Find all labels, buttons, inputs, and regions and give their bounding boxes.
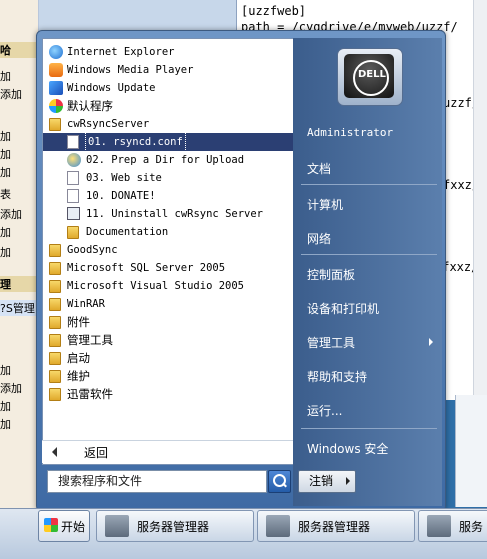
folder-icon	[67, 226, 79, 239]
ie-icon	[49, 45, 63, 59]
left-pane-item: 加	[0, 364, 11, 377]
program-folder[interactable]: 启动	[43, 349, 294, 367]
shutdown-options-button[interactable]	[342, 470, 356, 493]
program-item[interactable]: 11. Uninstall cwRsync Server	[43, 205, 294, 223]
folder-icon	[49, 244, 61, 257]
program-item[interactable]: 02. Prep a Dir for Upload	[43, 151, 294, 169]
back-button[interactable]: 返回	[42, 440, 293, 463]
user-picture-logo: DELL	[337, 48, 403, 106]
file-icon	[67, 189, 79, 203]
folder-icon	[49, 370, 61, 383]
logout-button[interactable]: 注销	[298, 470, 344, 493]
folder-icon	[49, 262, 61, 275]
separator	[301, 254, 437, 255]
server-manager-icon	[105, 515, 129, 537]
separator	[301, 184, 437, 185]
file-icon	[67, 171, 79, 185]
default-programs-icon	[49, 99, 63, 113]
program-item[interactable]: 03. Web site	[43, 169, 294, 187]
logo-text: DELL	[358, 69, 386, 80]
folder-icon	[49, 316, 61, 329]
search-placeholder: 搜索程序和文件	[58, 474, 143, 488]
left-pane-item: 表	[0, 188, 11, 201]
program-item[interactable]: Internet Explorer	[43, 43, 294, 61]
background-window-right	[455, 395, 487, 507]
program-item-rsyncd-conf[interactable]: 01. rsyncd.conf	[43, 132, 294, 152]
folder-icon	[49, 352, 61, 365]
left-pane-item: 加	[0, 166, 11, 179]
logo-badge: DELL	[344, 54, 394, 98]
program-folder[interactable]: GoodSync	[43, 241, 294, 259]
start-button[interactable]: 开始	[38, 510, 90, 542]
left-pane-item: 加	[0, 418, 11, 431]
start-label: 开始	[61, 520, 86, 534]
folder-icon	[49, 118, 61, 131]
folder-icon	[49, 388, 61, 401]
program-folder[interactable]: WinRAR	[43, 295, 294, 313]
program-folder[interactable]: Microsoft SQL Server 2005	[43, 259, 294, 277]
left-pane-item: 加	[0, 226, 11, 239]
windows-update-icon	[49, 81, 63, 95]
prep-icon	[67, 153, 81, 167]
program-item[interactable]: 默认程序	[43, 97, 294, 115]
left-pane-item: 理	[0, 276, 38, 292]
left-pane-item: 加	[0, 246, 11, 259]
left-pane-item: ?S管理	[0, 300, 38, 316]
editor-scrollbar[interactable]	[473, 0, 487, 400]
search-input[interactable]: 搜索程序和文件	[47, 470, 267, 493]
back-label: 返回	[84, 446, 109, 460]
left-pane-item: 哈	[0, 42, 38, 58]
editor-line: [uzzfweb]	[241, 4, 307, 18]
left-pane-item: 加	[0, 148, 11, 161]
separator	[301, 428, 437, 429]
chevron-right-icon	[429, 338, 433, 346]
program-folder[interactable]: 附件	[43, 313, 294, 331]
program-item[interactable]: Windows Update	[43, 79, 294, 97]
folder-icon	[49, 280, 61, 293]
left-pane-item: 加	[0, 400, 11, 413]
server-manager-icon	[427, 515, 451, 537]
taskbar-button-server-manager[interactable]: 服务	[418, 510, 487, 542]
taskbar-button-server-manager[interactable]: 服务器管理器	[96, 510, 254, 542]
file-icon	[67, 135, 79, 149]
chevron-right-icon	[346, 477, 350, 485]
back-arrow-icon	[52, 447, 57, 457]
program-folder[interactable]: Microsoft Visual Studio 2005	[43, 277, 294, 295]
search-button[interactable]	[268, 470, 291, 493]
media-player-icon	[49, 63, 63, 77]
programs-list: Internet Explorer Windows Media Player W…	[42, 38, 295, 465]
left-pane-item: 加	[0, 130, 11, 143]
program-folder[interactable]: 维护	[43, 367, 294, 385]
left-pane-item: 添加	[0, 88, 22, 101]
left-pane-item: 添加	[0, 382, 22, 395]
taskbar-button-server-manager[interactable]: 服务器管理器	[257, 510, 415, 542]
start-menu-right-pane: Administrator 文档 计算机 网络 控制面板 设备和打印机 管理工具…	[293, 38, 442, 506]
program-folder[interactable]: 管理工具	[43, 331, 294, 349]
program-item[interactable]: 10. DONATE!	[43, 187, 294, 205]
search-icon-handle	[282, 482, 287, 488]
folder-icon	[49, 334, 61, 347]
left-pane-item: 添加	[0, 208, 22, 221]
uninstall-icon	[67, 207, 80, 220]
windows-logo-icon	[44, 518, 58, 532]
server-manager-icon	[266, 515, 290, 537]
folder-icon	[49, 298, 61, 311]
program-folder-cwrsync[interactable]: cwRsyncServer	[43, 115, 294, 133]
left-pane-item: 加	[0, 70, 11, 83]
program-item[interactable]: Windows Media Player	[43, 61, 294, 79]
background-window-left: 哈 加 添加 加 加 加 表 添加 加 加 理 ?S管理 加 添加 加 加 件 …	[0, 0, 39, 558]
program-folder[interactable]: 迅雷软件	[43, 385, 294, 403]
program-folder[interactable]: Documentation	[43, 223, 294, 241]
